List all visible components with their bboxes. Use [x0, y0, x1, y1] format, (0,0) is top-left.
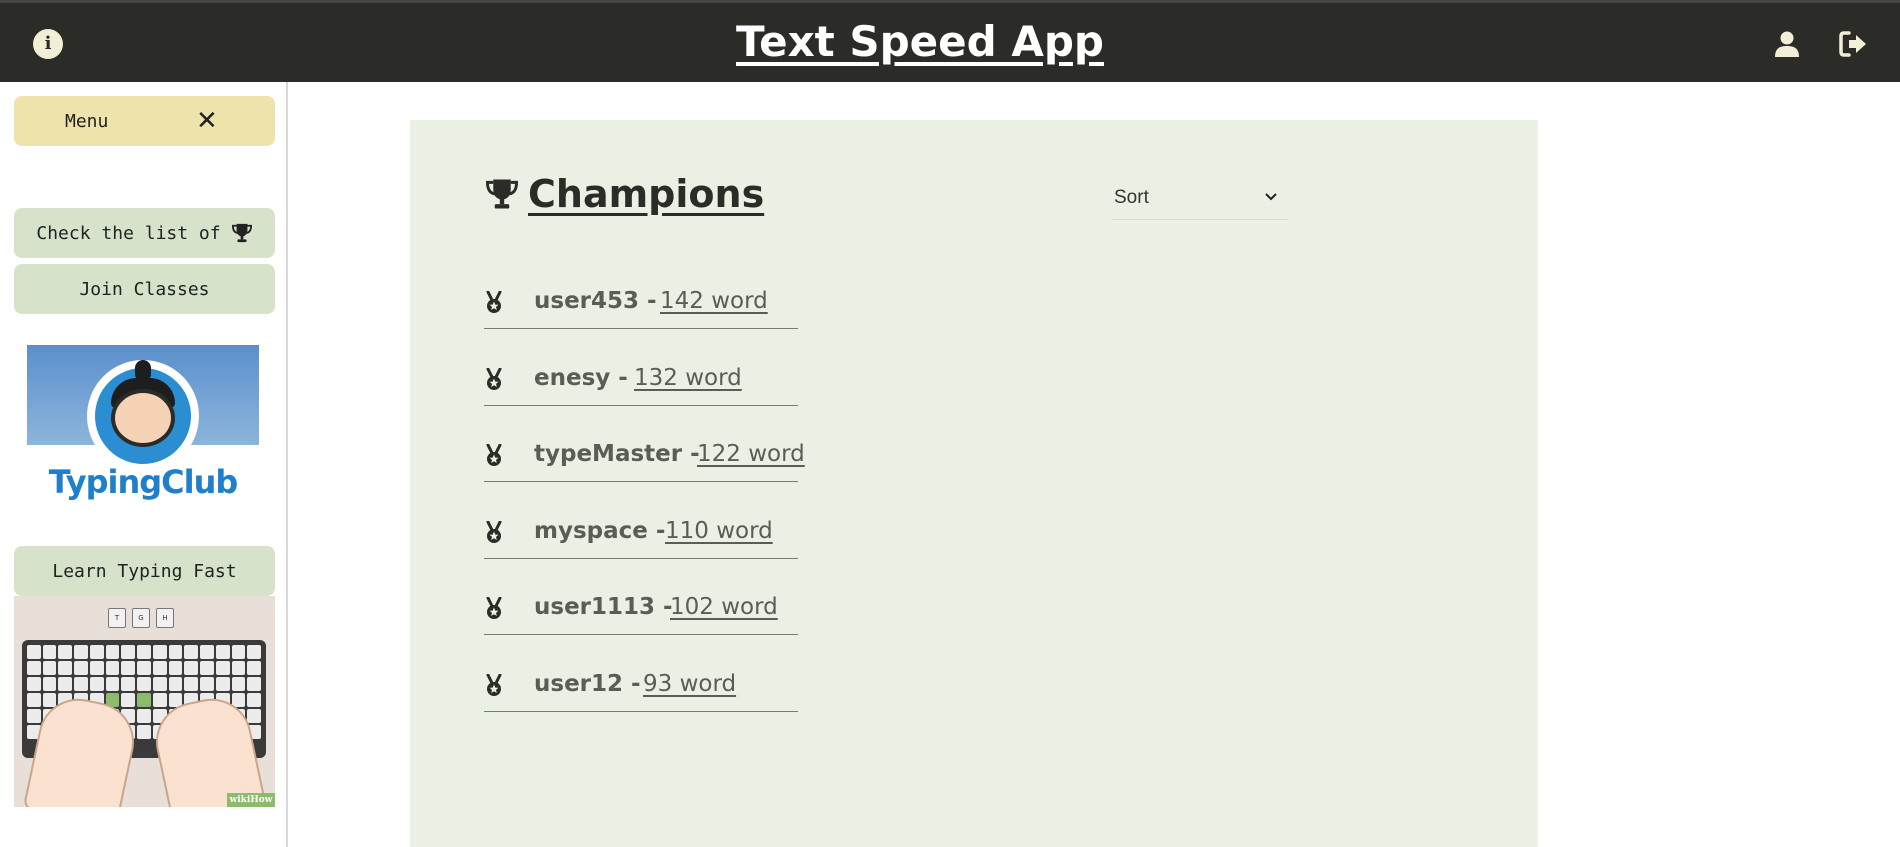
- chevron-down-icon: [1265, 193, 1277, 201]
- champions-panel: Champions Sort user453 -142 word enesy -1…: [410, 120, 1538, 847]
- list-item: myspace -110 word: [484, 511, 798, 559]
- medal-icon: [484, 596, 504, 625]
- menu-label: Menu: [65, 110, 109, 132]
- medal-icon: [484, 367, 504, 396]
- top-bar: i Text Speed App: [0, 0, 1900, 82]
- champion-name: myspace -: [534, 518, 666, 544]
- champions-link-label: Check the list of: [36, 222, 221, 244]
- champion-score-link[interactable]: 132 word: [634, 365, 742, 391]
- champion-name: typeMaster -: [534, 441, 700, 467]
- list-item: user1113 -102 word: [484, 587, 798, 635]
- close-icon[interactable]: ✕: [196, 108, 218, 134]
- ad-title: TypingClub: [48, 463, 239, 501]
- sign-out-icon[interactable]: [1838, 29, 1868, 59]
- menu-toggle-button[interactable]: Menu ✕: [14, 96, 275, 146]
- trophy-icon: [485, 179, 519, 209]
- page-title-text: Champions: [528, 172, 765, 216]
- wikihow-badge: wikiHow: [227, 793, 275, 807]
- champion-name: user453 -: [534, 288, 657, 314]
- champion-score-link[interactable]: 142 word: [660, 288, 768, 314]
- key-label: G: [132, 608, 150, 628]
- champion-name: enesy -: [534, 365, 628, 391]
- mascot-image: [111, 389, 175, 447]
- medal-icon: [484, 673, 504, 702]
- medal-icon: [484, 290, 504, 319]
- list-item: enesy -132 word: [484, 358, 798, 406]
- list-item: user12 -93 word: [484, 664, 798, 712]
- medal-icon: [484, 520, 504, 549]
- champion-score-link[interactable]: 122 word: [697, 441, 805, 467]
- user-icon[interactable]: [1772, 29, 1802, 59]
- medal-icon: [484, 443, 504, 472]
- app-title[interactable]: Text Speed App: [0, 17, 1840, 66]
- key-label: T: [108, 608, 126, 628]
- champion-name: user1113 -: [534, 594, 673, 620]
- join-classes-button[interactable]: Join Classes: [14, 264, 275, 314]
- learn-typing-button[interactable]: Learn Typing Fast: [14, 546, 275, 596]
- sort-label: Sort: [1114, 186, 1149, 208]
- champion-name: user12 -: [534, 671, 641, 697]
- champion-score-link[interactable]: 102 word: [670, 594, 778, 620]
- list-item: typeMaster -122 word: [484, 434, 805, 482]
- sort-select[interactable]: Sort: [1112, 176, 1288, 220]
- champions-link-button[interactable]: Check the list of: [14, 208, 275, 258]
- trophy-icon: [231, 223, 253, 243]
- list-item: user453 -142 word: [484, 281, 798, 329]
- page-title: Champions: [484, 172, 764, 216]
- keyboard-hands-image[interactable]: T G H wikiHow: [14, 596, 275, 807]
- key-label: H: [156, 608, 174, 628]
- champion-score-link[interactable]: 110 word: [665, 518, 773, 544]
- typingclub-ad[interactable]: TypingClub: [27, 345, 259, 501]
- champion-score-link[interactable]: 93 word: [643, 671, 736, 697]
- sidebar: Menu ✕ Check the list of Join Classes Ty…: [0, 82, 288, 847]
